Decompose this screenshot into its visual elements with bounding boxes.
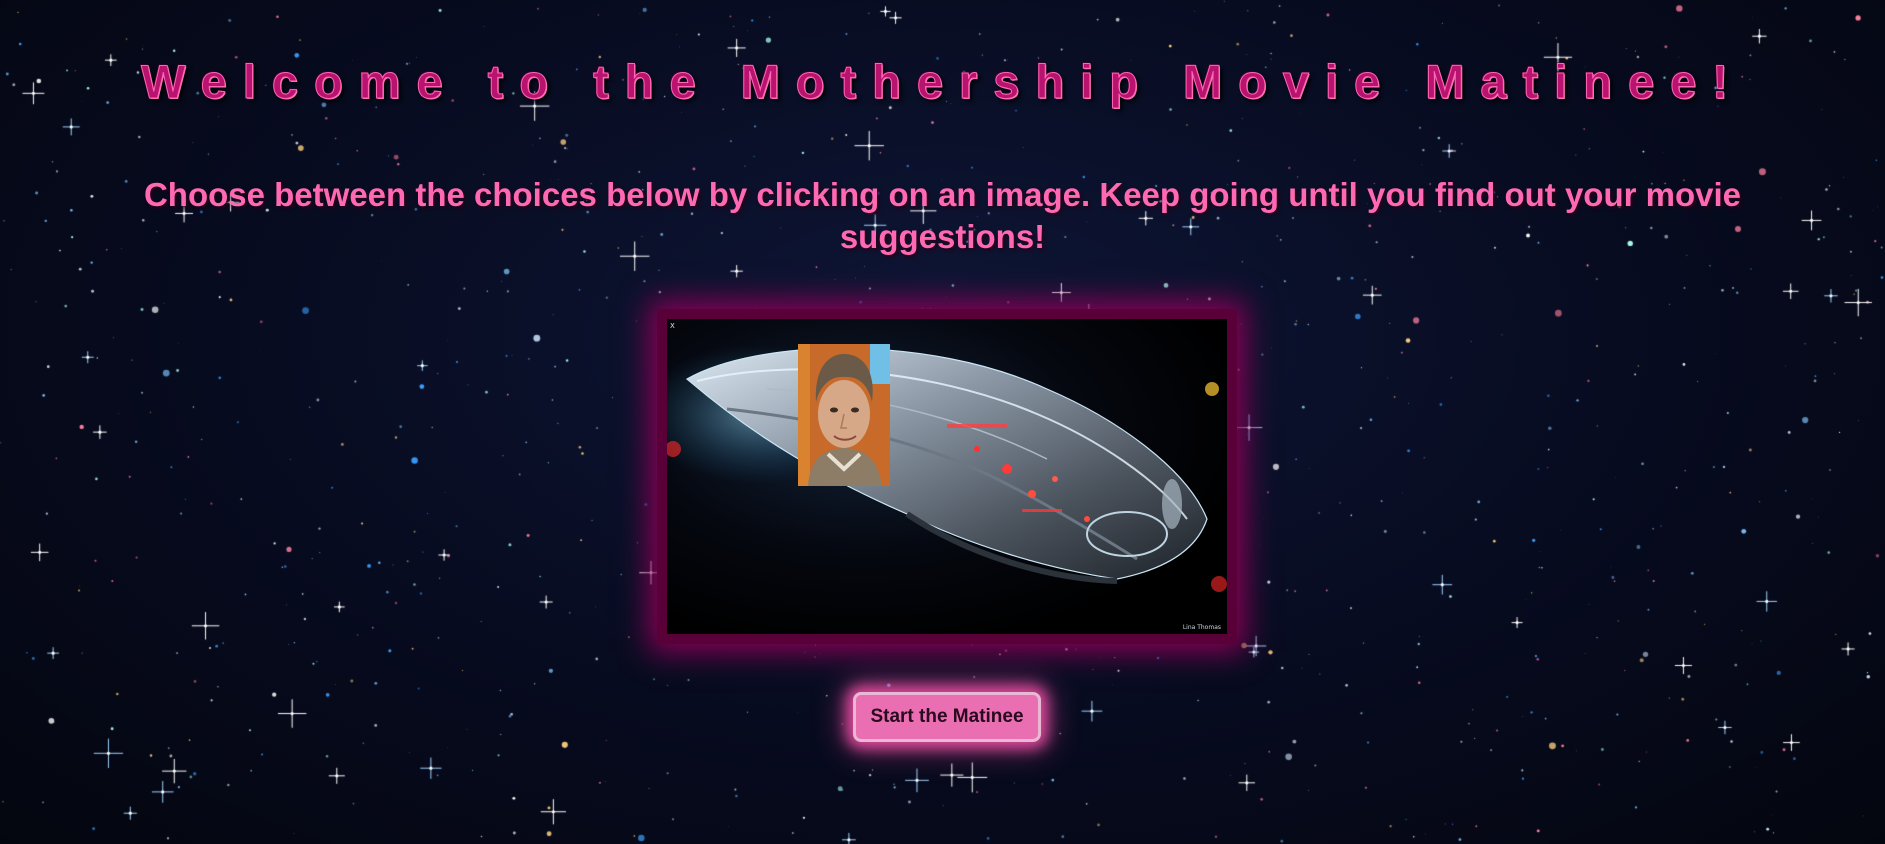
watermark-logo: X bbox=[670, 322, 675, 330]
start-matinee-button[interactable]: Start the Matinee bbox=[853, 692, 1041, 742]
choice-image-spaceship[interactable]: X Lina Thomas bbox=[667, 319, 1227, 634]
instructions-text: Choose between the choices below by clic… bbox=[143, 176, 1742, 255]
image-credit: Lina Thomas bbox=[1182, 624, 1221, 631]
watermark-text: X bbox=[670, 322, 675, 330]
spaceship-illustration bbox=[667, 319, 1227, 634]
page: Welcome to the Mothership Movie Matinee!… bbox=[0, 0, 1885, 844]
page-title: Welcome to the Mothership Movie Matinee! bbox=[141, 55, 1744, 109]
portrait-photo[interactable] bbox=[798, 344, 890, 486]
